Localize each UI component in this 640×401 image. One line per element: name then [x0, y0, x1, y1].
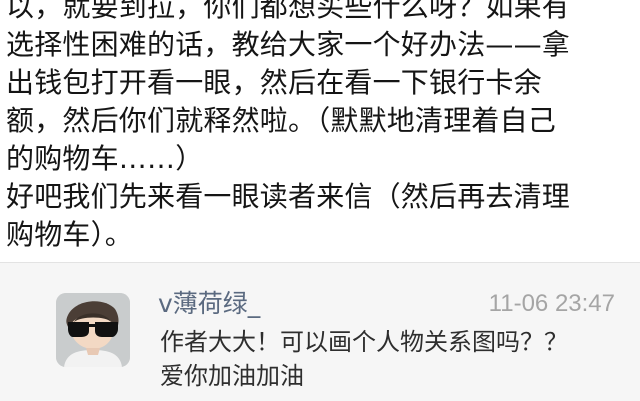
- comment-timestamp: 11-06 23:47: [488, 290, 615, 317]
- article-line: 出钱包打开看一眼，然后在看一下银行卡余: [6, 66, 542, 99]
- article-line: 购物车）。: [6, 218, 134, 250]
- article-line: 选择性困难的话，教给大家一个好办法——拿: [6, 28, 571, 61]
- article-line: 的购物车……）: [6, 142, 204, 175]
- comments-section: v薄荷绿_ 11-06 23:47 作者大大！可以画个人物关系图吗？？ 爱你加油…: [0, 262, 640, 401]
- comment-text-line: 爱你加油加油: [160, 362, 304, 390]
- comment-body: 作者大大！可以画个人物关系图吗？？ 爱你加油加油: [160, 326, 626, 396]
- comment-text-line: 作者大大！可以画个人物关系图吗？？: [160, 328, 568, 356]
- comment-item[interactable]: v薄荷绿_ 11-06 23:47 作者大大！可以画个人物关系图吗？？ 爱你加油…: [0, 263, 640, 401]
- article-line: 好吧我们先来看一眼读者来信（然后再去清理: [6, 180, 571, 213]
- avatar[interactable]: [56, 293, 130, 367]
- username[interactable]: v薄荷绿_: [158, 288, 260, 320]
- article-line: 额，然后你们就释然啦。（默默地清理着自己: [6, 104, 557, 137]
- person-avatar-icon: [56, 293, 130, 367]
- article-text: 以，就要到拉，你们都想买些什么呀？如果有 选择性困难的话，教给大家一个好办法——…: [0, 0, 640, 250]
- article-line: 以，就要到拉，你们都想买些什么呀？如果有: [6, 0, 571, 23]
